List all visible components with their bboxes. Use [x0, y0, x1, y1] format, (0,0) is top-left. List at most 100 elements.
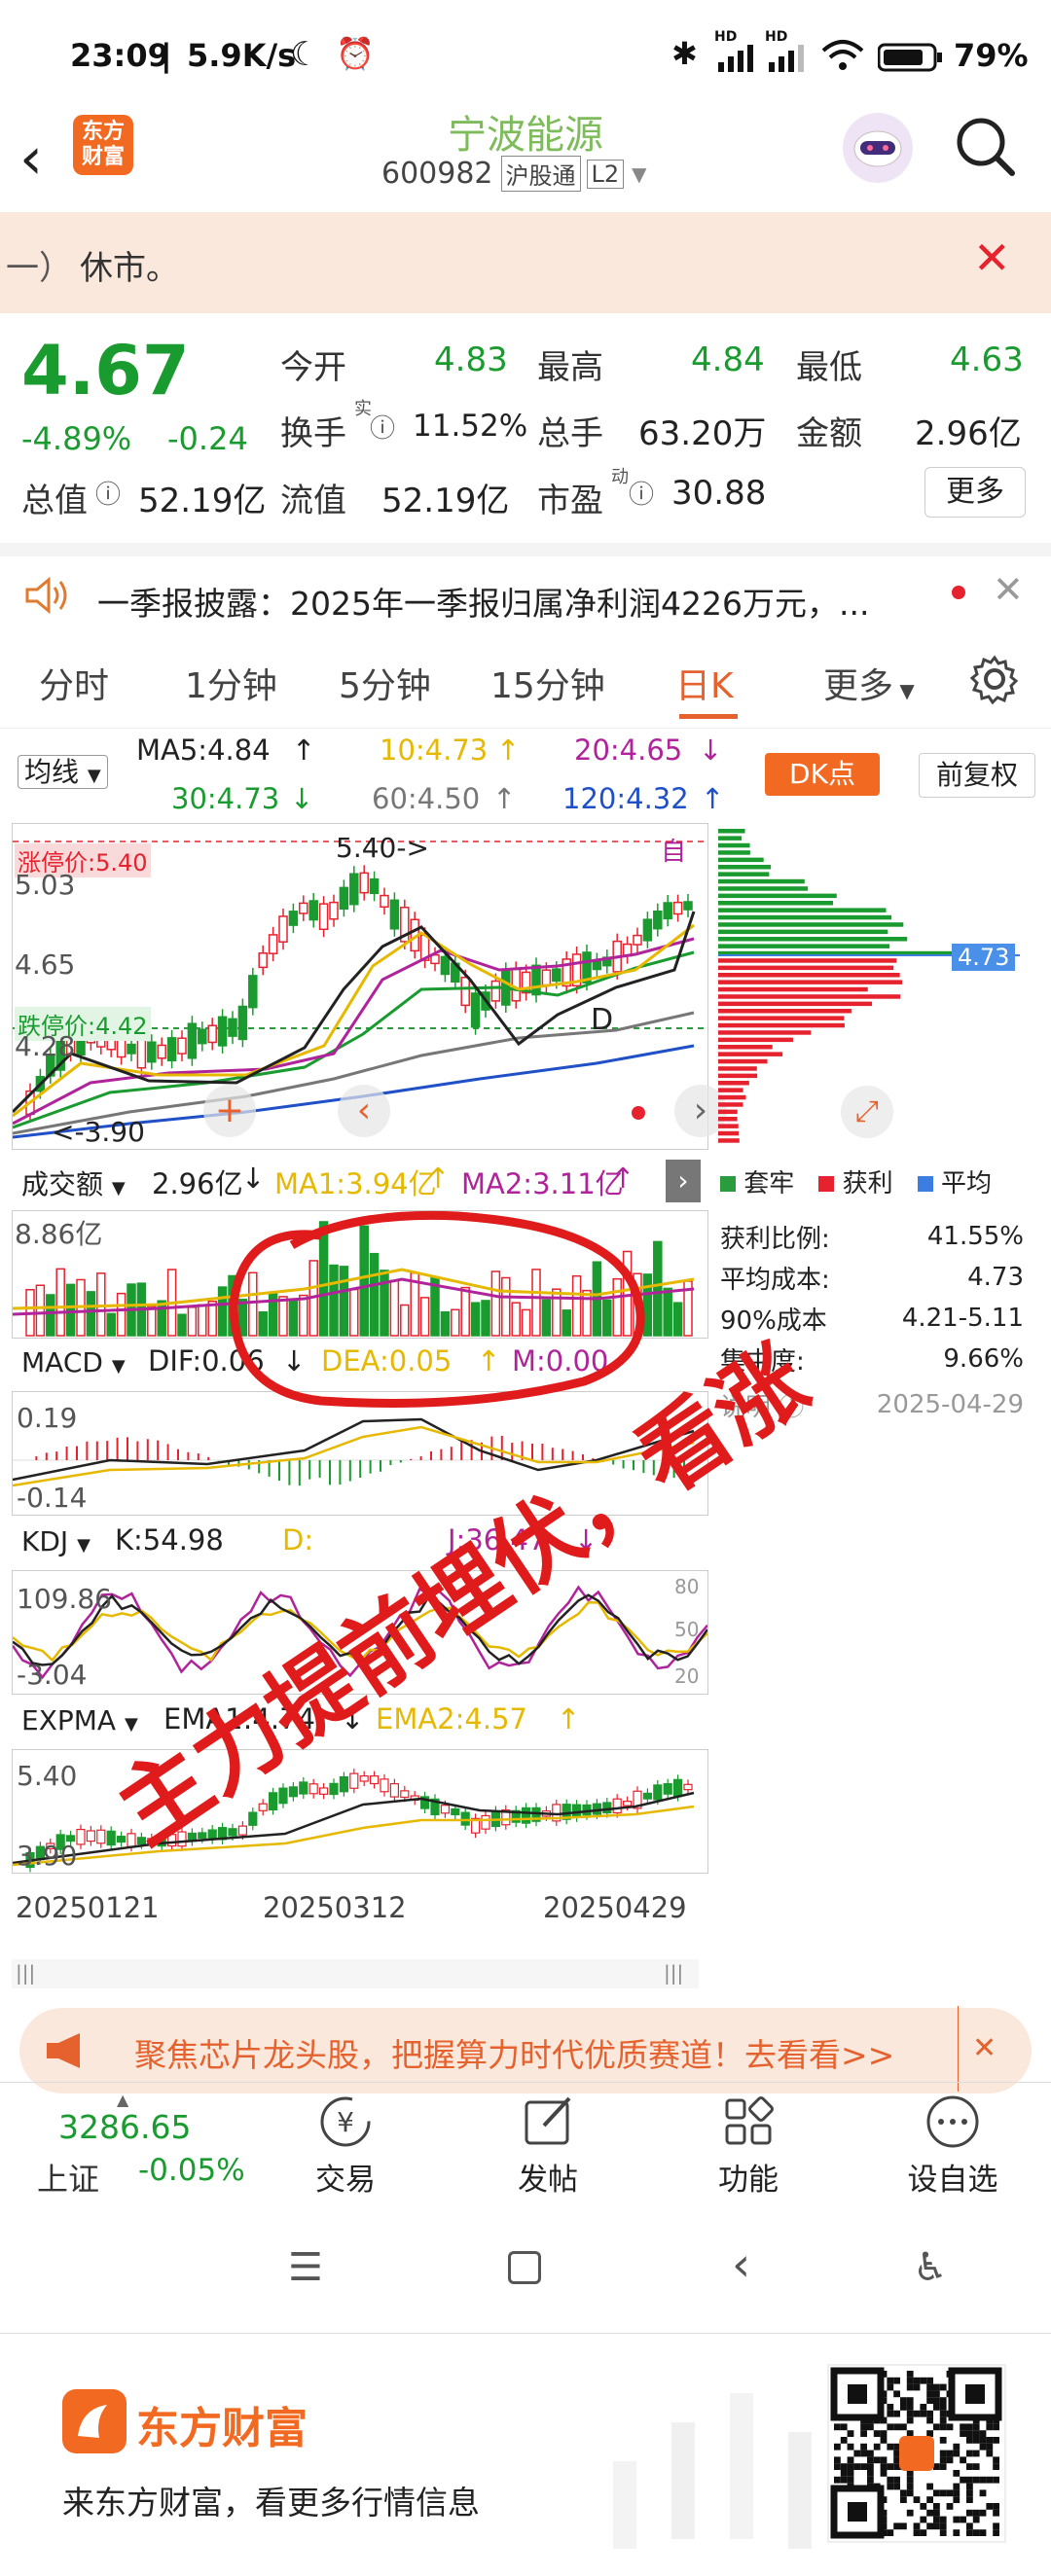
- back-nav-icon[interactable]: ‹: [732, 2237, 750, 2292]
- chip-bar: [718, 842, 750, 848]
- index-name[interactable]: 上证: [37, 2155, 99, 2200]
- assistant-avatar[interactable]: [843, 113, 913, 183]
- kline-chart[interactable]: 涨停价:5.40 跌停价:4.42 5.03 4.65 4.28 5.40-> …: [12, 823, 727, 1150]
- chevron-left-icon[interactable]: ‹: [338, 1085, 390, 1137]
- qr-module: [972, 2437, 980, 2444]
- expma-candle-body: [127, 1833, 136, 1847]
- close-icon[interactable]: ✕: [973, 232, 1011, 284]
- index-change: -0.05%: [138, 2153, 245, 2188]
- candle-body: [369, 877, 380, 895]
- qr-module: [900, 2522, 907, 2530]
- post-button[interactable]: 发帖: [514, 2093, 582, 2199]
- qr-module: [906, 2371, 914, 2378]
- qr-module: [939, 2456, 947, 2464]
- chip-distribution[interactable]: 4.73 ⤢: [718, 823, 1020, 1148]
- qr-module: [867, 2476, 874, 2484]
- candle-body: [642, 918, 653, 942]
- gear-icon[interactable]: [969, 654, 1020, 713]
- expma-candle-body: [612, 1798, 622, 1814]
- qr-module: [913, 2522, 921, 2530]
- info-icon[interactable]: ⓘ: [95, 475, 121, 511]
- qr-module: [946, 2503, 954, 2510]
- volume-label: 总手: [537, 414, 603, 453]
- close-icon[interactable]: ✕: [993, 568, 1024, 611]
- yen-circle-icon: ¥: [320, 2096, 371, 2147]
- qr-module: [860, 2430, 867, 2437]
- search-icon[interactable]: [954, 115, 1018, 183]
- qr-module: [906, 2416, 914, 2424]
- quote-panel: 4.67 -4.89% -0.24 总值 ⓘ 52.19亿 今开 4.83 最高…: [0, 313, 1051, 539]
- more-button[interactable]: 更多: [924, 467, 1026, 518]
- qr-module: [840, 2463, 848, 2470]
- y-label-503: 5.03: [15, 869, 76, 901]
- chip-bar: [718, 958, 897, 963]
- qr-module: [834, 2456, 841, 2464]
- ema1-line: [13, 1791, 695, 1865]
- candle-body: [248, 975, 258, 1009]
- expand-icon[interactable]: ⤢: [841, 1086, 893, 1138]
- open-label: 今开: [280, 348, 346, 387]
- announcement-bar[interactable]: 一季报披露：2025年一季报归属净利润4226万元，... ✕: [0, 543, 1051, 644]
- add-watchlist-button[interactable]: 设自选: [899, 2093, 1006, 2199]
- ma-selector[interactable]: 均线 ▼: [18, 751, 108, 790]
- low-value: 4.63: [950, 340, 1024, 379]
- info-icon[interactable]: ⓘ: [370, 409, 395, 445]
- tab-more[interactable]: 更多 ▼: [823, 658, 915, 708]
- qr-module: [933, 2522, 940, 2530]
- functions-button[interactable]: 功能: [714, 2093, 782, 2199]
- promo-banner[interactable]: 聚焦芯片龙头股，把握算力时代优质赛道！去看看>> ✕: [19, 2006, 1032, 2093]
- info-icon[interactable]: ⓘ: [629, 475, 654, 511]
- date-start: 20250121: [16, 1891, 160, 1924]
- qr-module: [900, 2489, 907, 2497]
- chip-bar: [718, 914, 892, 920]
- qr-module: [847, 2463, 854, 2470]
- stock-code-row[interactable]: 600982 沪股通 L2 ▼: [381, 156, 647, 192]
- tab-15min[interactable]: 15分钟: [490, 658, 605, 708]
- chip-bar: [718, 1058, 768, 1064]
- adjust-button[interactable]: 前复权: [919, 753, 1035, 798]
- qr-module: [887, 2404, 894, 2411]
- qr-module: [966, 2463, 973, 2470]
- qr-module: [972, 2476, 980, 2484]
- qr-module: [953, 2483, 960, 2490]
- tab-daily[interactable]: 日K: [675, 658, 734, 708]
- accessibility-icon[interactable]: ♿: [913, 2245, 948, 2290]
- crosshair-icon[interactable]: +: [203, 1085, 256, 1137]
- signal2-icon: [767, 43, 810, 80]
- qr-module: [926, 2416, 933, 2424]
- wifi-icon: [821, 39, 864, 80]
- scroll-handle-right[interactable]: |||: [664, 1961, 683, 1985]
- expma-candle-body: [400, 1790, 410, 1799]
- qr-module: [920, 2516, 927, 2523]
- ma120-label: 120:4.32: [562, 782, 689, 815]
- qr-module: [834, 2476, 841, 2484]
- qr-module: [939, 2463, 947, 2470]
- qr-module: [893, 2483, 900, 2490]
- tab-1min[interactable]: 1分钟: [185, 658, 277, 708]
- trade-button[interactable]: ¥ 交易: [311, 2093, 380, 2199]
- system-nav-bar: ☰ ‹ ♿: [0, 2210, 1051, 2334]
- tab-5min[interactable]: 5分钟: [339, 658, 431, 708]
- chart-scrollbar[interactable]: ||| |||: [12, 1959, 699, 1988]
- index-value[interactable]: 3286.65: [58, 2108, 191, 2146]
- qr-module: [926, 2397, 933, 2404]
- qr-module: [960, 2456, 966, 2464]
- home-icon[interactable]: [508, 2251, 541, 2284]
- qr-module: [926, 2496, 933, 2503]
- qr-module: [933, 2397, 940, 2404]
- expma-y-bot: 3.90: [17, 1840, 78, 1872]
- tab-fenshi[interactable]: 分时: [39, 658, 109, 708]
- chip-bar: [718, 886, 809, 891]
- qr-module: [860, 2443, 867, 2451]
- qr-module: [913, 2410, 921, 2417]
- candle-body: [389, 899, 400, 930]
- qr-module: [840, 2437, 848, 2444]
- qr-module: [906, 2430, 914, 2437]
- qr-module: [979, 2437, 987, 2444]
- qr-module: [906, 2509, 914, 2517]
- dk-button[interactable]: DK点: [765, 753, 880, 796]
- close-icon[interactable]: ✕: [958, 2006, 997, 2092]
- menu-icon[interactable]: ☰: [288, 2245, 323, 2290]
- scroll-handle-left[interactable]: |||: [16, 1961, 35, 1985]
- candle-body: [278, 915, 288, 943]
